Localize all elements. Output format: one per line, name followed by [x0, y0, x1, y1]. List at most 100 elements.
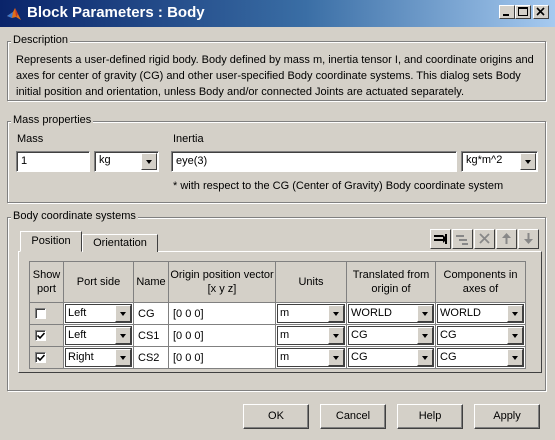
translated-from-value: CG — [351, 329, 368, 341]
chevron-down-icon[interactable] — [417, 327, 433, 344]
maximize-icon — [518, 7, 528, 16]
tab-position[interactable]: Position — [20, 231, 82, 252]
close-icon — [479, 233, 490, 244]
port-side-select[interactable]: Left — [65, 326, 132, 345]
show-port-checkbox[interactable] — [35, 308, 46, 319]
inertia-label: Inertia — [173, 133, 204, 145]
name-cell[interactable]: CS1 — [133, 324, 169, 347]
maximize-button[interactable] — [515, 5, 531, 19]
units-value: m — [280, 329, 290, 341]
ok-button[interactable]: OK — [243, 404, 309, 429]
column-header-name: Name — [133, 261, 169, 303]
inertia-unit-select[interactable]: kg*m^2 — [461, 151, 538, 172]
inertia-unit-value: kg*m^2 — [466, 154, 503, 166]
show-port-cell — [29, 346, 64, 369]
chevron-down-icon[interactable] — [417, 349, 433, 366]
port-side-value: Right — [68, 351, 94, 363]
inertia-input[interactable]: eye(3) — [171, 151, 457, 172]
components-in-select[interactable]: WORLD — [437, 304, 524, 323]
chevron-down-icon[interactable] — [520, 153, 536, 170]
body-cs-legend: Body coordinate systems — [11, 210, 138, 222]
units-select[interactable]: m — [277, 326, 345, 345]
translated-from-value: CG — [351, 351, 368, 363]
port-side-value: Left — [68, 329, 87, 341]
close-button[interactable] — [533, 5, 549, 19]
chevron-down-icon[interactable] — [507, 349, 523, 366]
table-row: Left CG [0 0 0] m WORLD WORLD — [29, 302, 526, 325]
translated-from-cell: WORLD — [346, 302, 436, 325]
inertia-note: * with respect to the CG (Center of Grav… — [173, 180, 504, 192]
translated-from-select[interactable]: CG — [348, 348, 434, 367]
matlab-logo-icon — [7, 8, 21, 20]
origin-cell[interactable]: [0 0 0] — [168, 324, 276, 347]
apply-button[interactable]: Apply — [474, 404, 540, 429]
column-header-units: Units — [275, 261, 347, 303]
help-button[interactable]: Help — [397, 404, 463, 429]
port-side-select[interactable]: Left — [65, 304, 132, 323]
add-row-icon — [434, 234, 447, 244]
show-port-checkbox[interactable] — [35, 330, 46, 341]
mass-label: Mass — [17, 133, 44, 145]
components-in-select[interactable]: CG — [437, 326, 524, 345]
checkmark-icon — [37, 354, 45, 362]
add-row-button[interactable] — [430, 229, 451, 249]
units-select[interactable]: m — [277, 348, 345, 367]
mass-unit-select[interactable]: kg — [94, 151, 159, 172]
table-row: Right CS2 [0 0 0] m CG CG — [29, 346, 526, 369]
name-cell[interactable]: CS2 — [133, 346, 169, 369]
chevron-down-icon[interactable] — [328, 349, 344, 366]
move-up-icon — [502, 233, 511, 244]
title-bar[interactable]: Block Parameters : Body — [0, 0, 555, 27]
column-header-origin: Origin position vector [x y z] — [168, 261, 276, 303]
units-cell: m — [275, 302, 347, 325]
column-header-translated-from: Translated from origin of — [346, 261, 436, 303]
components-in-value: WORLD — [440, 307, 481, 319]
chevron-down-icon[interactable] — [507, 305, 523, 322]
components-in-select[interactable]: CG — [437, 348, 524, 367]
components-in-cell: CG — [435, 346, 526, 369]
column-header-components-in: Components in axes of — [435, 261, 526, 303]
chevron-down-icon[interactable] — [417, 305, 433, 322]
origin-cell[interactable]: [0 0 0] — [168, 346, 276, 369]
move-up-button[interactable] — [496, 229, 517, 249]
port-side-select[interactable]: Right — [65, 348, 132, 367]
translated-from-select[interactable]: CG — [348, 326, 434, 345]
units-cell: m — [275, 346, 347, 369]
origin-cell[interactable]: [0 0 0] — [168, 302, 276, 325]
origin-value: [0 0 0] — [173, 308, 204, 320]
translated-from-cell: CG — [346, 346, 436, 369]
mass-input[interactable]: 1 — [16, 151, 90, 172]
origin-value: [0 0 0] — [173, 330, 204, 342]
components-in-value: CG — [440, 351, 457, 363]
show-port-checkbox[interactable] — [35, 352, 46, 363]
port-side-value: Left — [68, 307, 87, 319]
translated-from-select[interactable]: WORLD — [348, 304, 434, 323]
close-icon — [536, 7, 545, 16]
chevron-down-icon[interactable] — [115, 327, 131, 344]
table-row: Left CS1 [0 0 0] m CG CG — [29, 324, 526, 347]
chevron-down-icon[interactable] — [507, 327, 523, 344]
delete-row-button[interactable] — [452, 229, 473, 249]
chevron-down-icon[interactable] — [328, 305, 344, 322]
move-down-button[interactable] — [518, 229, 539, 249]
minimize-button[interactable] — [499, 5, 515, 19]
chevron-down-icon[interactable] — [115, 305, 131, 322]
components-in-value: CG — [440, 329, 457, 341]
chevron-down-icon[interactable] — [141, 153, 157, 170]
tab-orientation[interactable]: Orientation — [82, 234, 158, 252]
port-side-cell: Left — [63, 324, 134, 347]
checkmark-icon — [37, 332, 45, 340]
chevron-down-icon[interactable] — [328, 327, 344, 344]
name-cell[interactable]: CG — [133, 302, 169, 325]
window-title: Block Parameters : Body — [27, 4, 205, 21]
delete-row-icon — [456, 235, 468, 245]
table-header-row: Show port Port side Name Origin position… — [29, 261, 526, 303]
remove-button[interactable] — [474, 229, 495, 249]
cs-name: CG — [138, 308, 155, 320]
translated-from-cell: CG — [346, 324, 436, 347]
column-header-port-side: Port side — [63, 261, 134, 303]
cancel-button[interactable]: Cancel — [320, 404, 386, 429]
units-value: m — [280, 351, 290, 363]
units-select[interactable]: m — [277, 304, 345, 323]
chevron-down-icon[interactable] — [115, 349, 131, 366]
